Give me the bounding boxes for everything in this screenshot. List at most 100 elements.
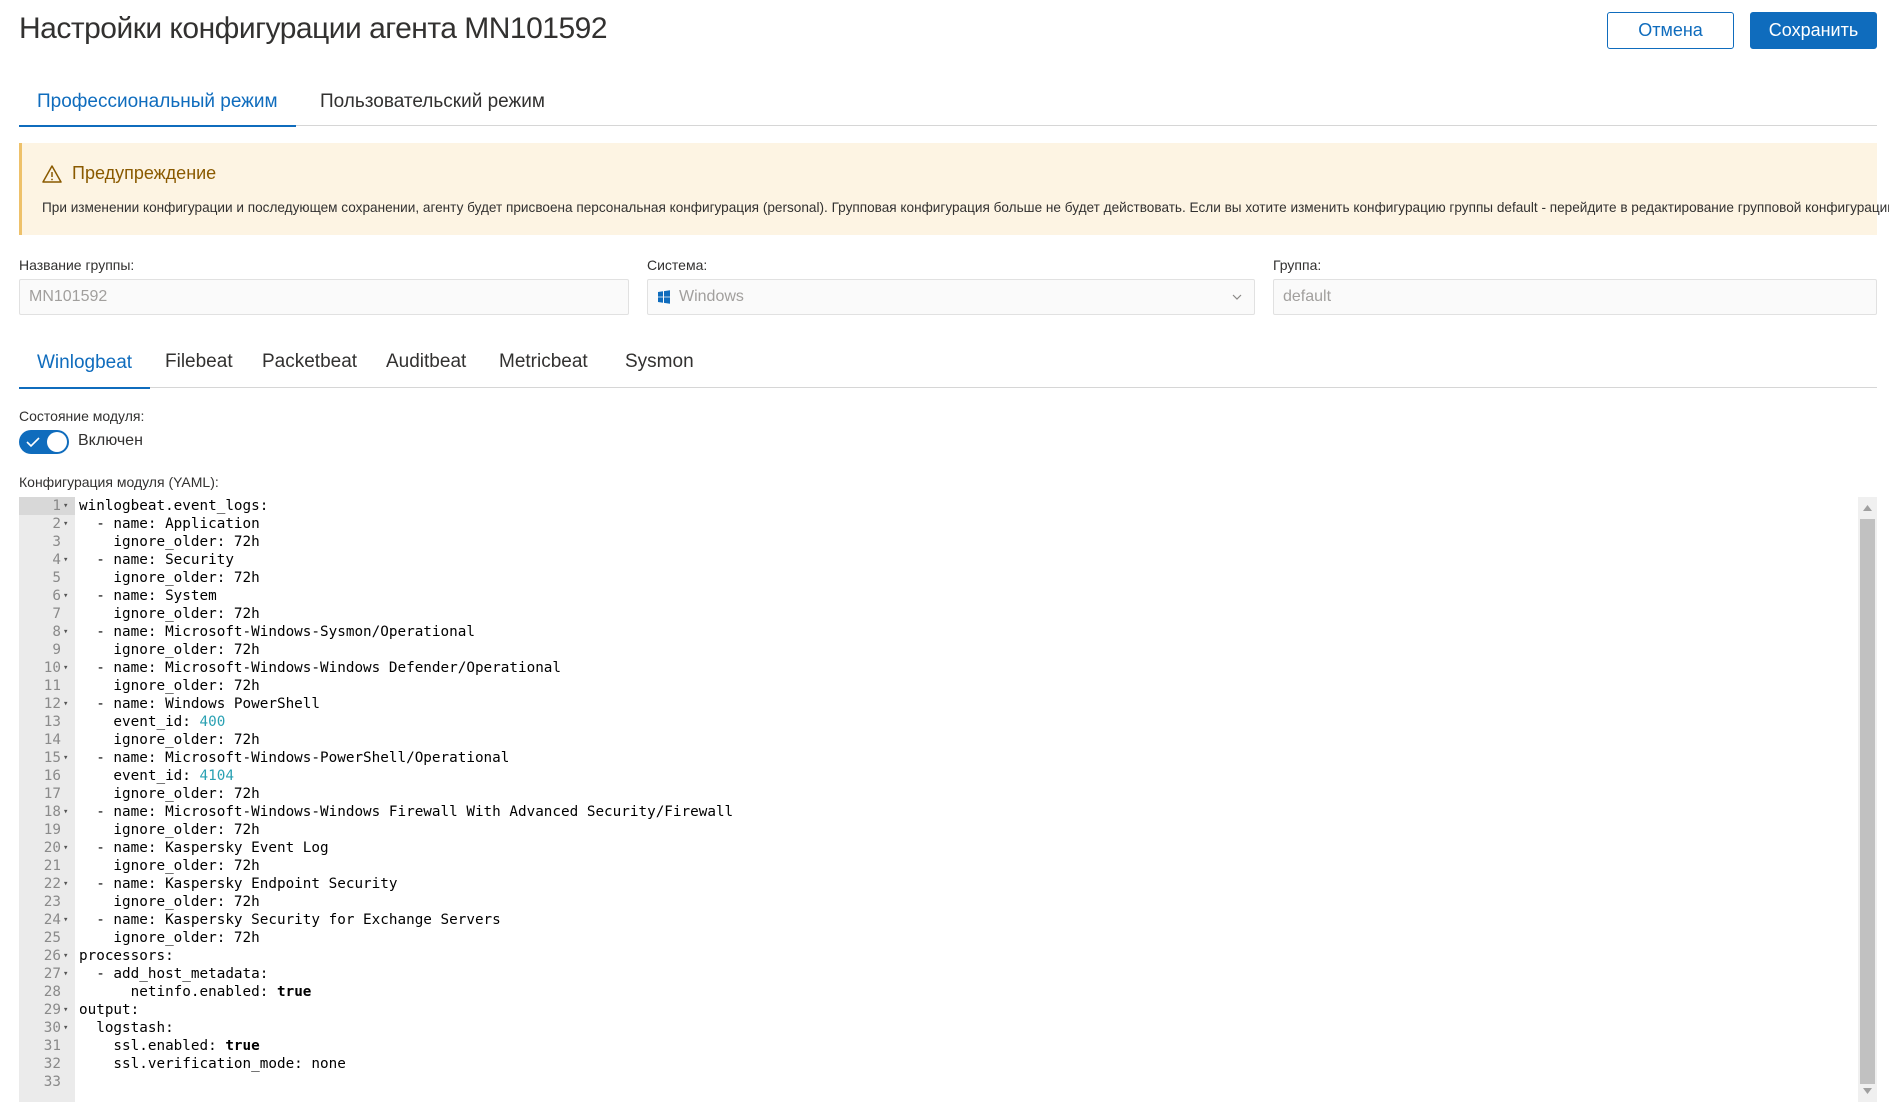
code-line[interactable]: 9 ignore_older: 72h — [19, 641, 1860, 659]
windows-icon — [658, 290, 670, 304]
code-line[interactable]: 15 ▾ - name: Microsoft-Windows-PowerShell… — [19, 749, 1860, 767]
code-content: processors: — [79, 948, 174, 964]
code-line[interactable]: 17 ignore_older: 72h — [19, 785, 1860, 803]
code-keyword: true — [225, 1038, 260, 1054]
code-line[interactable]: 28 netinfo.enabled: true — [19, 983, 1860, 1001]
chevron-down-icon — [1232, 294, 1242, 300]
tab-professional-mode[interactable]: Профессиональный режим — [19, 78, 296, 127]
fold-icon[interactable]: ▾ — [63, 965, 71, 983]
code-line[interactable]: 10 ▾ - name: Microsoft-Windows-Windows De… — [19, 659, 1860, 677]
tab-sysmon[interactable]: Sysmon — [607, 338, 712, 386]
cancel-button[interactable]: Отмена — [1607, 12, 1734, 49]
code-line[interactable]: 11 ignore_older: 72h — [19, 677, 1860, 695]
code-text: event_id: 400 — [79, 713, 225, 731]
code-line[interactable]: 26 ▾ processors: — [19, 947, 1860, 965]
line-number: 17 — [43, 786, 61, 802]
fold-icon[interactable]: ▾ — [63, 803, 71, 821]
code-line[interactable]: 22 ▾ - name: Kaspersky Endpoint Security — [19, 875, 1860, 893]
code-text: - name: Microsoft-Windows-PowerShell/Ope… — [79, 749, 509, 767]
code-line[interactable]: 3 ignore_older: 72h — [19, 533, 1860, 551]
fold-icon[interactable]: ▾ — [63, 749, 71, 767]
code-line[interactable]: 8 ▾ - name: Microsoft-Windows-Sysmon/Oper… — [19, 623, 1860, 641]
fold-icon[interactable]: ▾ — [63, 911, 71, 929]
fold-icon[interactable]: ▾ — [63, 875, 71, 893]
code-text: ignore_older: 72h — [79, 677, 259, 695]
code-text: - name: Security — [79, 551, 234, 569]
line-number: 25 — [43, 930, 61, 946]
scrollbar-thumb[interactable] — [1860, 519, 1875, 1084]
tab-packetbeat[interactable]: Packetbeat — [244, 338, 375, 386]
line-number: 26 — [43, 948, 61, 964]
module-tabs: Winlogbeat Filebeat Packetbeat Auditbeat… — [19, 338, 1877, 389]
code-text: - name: Windows PowerShell — [79, 695, 320, 713]
fold-icon[interactable]: ▾ — [63, 515, 71, 533]
tab-user-mode[interactable]: Пользовательский режим — [302, 78, 563, 126]
yaml-editor[interactable]: 1 ▾ winlogbeat.event_logs: 2 ▾ - name: Appli… — [19, 497, 1877, 1102]
code-line[interactable]: 2 ▾ - name: Application — [19, 515, 1860, 533]
fold-icon[interactable]: ▾ — [63, 623, 71, 641]
line-number: 16 — [43, 768, 61, 784]
editor-scrollbar[interactable] — [1858, 497, 1877, 1102]
code-text: ignore_older: 72h — [79, 641, 260, 659]
code-line[interactable]: 1 ▾ winlogbeat.event_logs: — [19, 497, 1860, 515]
tab-auditbeat[interactable]: Auditbeat — [368, 338, 484, 386]
code-line[interactable]: 6 ▾ - name: System — [19, 587, 1860, 605]
code-line[interactable]: 33 — [19, 1073, 1860, 1091]
group-field[interactable]: default — [1273, 279, 1877, 315]
code-number: 400 — [199, 714, 226, 730]
code-text: ignore_older: 72h — [79, 929, 259, 947]
code-line[interactable]: 7 ignore_older: 72h — [19, 605, 1860, 623]
line-number: 9 — [52, 642, 61, 658]
code-line[interactable]: 21 ignore_older: 72h — [19, 857, 1860, 875]
line-number: 21 — [43, 858, 61, 874]
tab-filebeat[interactable]: Filebeat — [147, 338, 251, 386]
fold-icon[interactable]: ▾ — [63, 1019, 71, 1037]
code-text: ignore_older: 72h — [79, 605, 259, 623]
code-line[interactable]: 32 ssl.verification_mode: none — [19, 1055, 1860, 1073]
code-line[interactable]: 16 event_id: 4104 — [19, 767, 1860, 785]
code-line[interactable]: 29 ▾ output: — [19, 1001, 1860, 1019]
code-line[interactable]: 23 ignore_older: 72h — [19, 893, 1860, 911]
group-name-field[interactable]: MN101592 — [19, 279, 629, 315]
system-select[interactable]: Windows — [647, 279, 1255, 315]
code-text: output: — [79, 1001, 139, 1019]
fold-icon[interactable]: ▾ — [63, 659, 71, 677]
code-line[interactable]: 19 ignore_older: 72h — [19, 821, 1860, 839]
code-line[interactable]: 27 ▾ - add_host_metadata: — [19, 965, 1860, 983]
module-toggle[interactable] — [19, 430, 69, 454]
scroll-down-icon[interactable] — [1862, 1087, 1873, 1095]
code-text: netinfo.enabled: true — [79, 983, 312, 1001]
code-line[interactable]: 13 event_id: 400 — [19, 713, 1860, 731]
code-line[interactable]: 20 ▾ - name: Kaspersky Event Log — [19, 839, 1860, 857]
warning-icon — [42, 164, 62, 183]
code-content: - name: Microsoft-Windows-Sysmon/Operati… — [79, 624, 475, 640]
line-number: 30 — [43, 1020, 61, 1036]
code-content: ignore_older: 72h — [79, 642, 260, 658]
code-content: event_id: — [79, 714, 200, 730]
code-line[interactable]: 25 ignore_older: 72h — [19, 929, 1860, 947]
scroll-up-icon[interactable] — [1862, 504, 1873, 512]
group-label: Группа: — [1273, 257, 1322, 273]
tab-metricbeat[interactable]: Metricbeat — [481, 338, 606, 386]
code-line[interactable]: 4 ▾ - name: Security — [19, 551, 1860, 569]
code-line[interactable]: 30 ▾ logstash: — [19, 1019, 1860, 1037]
code-line[interactable]: 24 ▾ - name: Kaspersky Security for Excha… — [19, 911, 1860, 929]
code-line[interactable]: 18 ▾ - name: Microsoft-Windows-Windows Fi… — [19, 803, 1860, 821]
save-button[interactable]: Сохранить — [1750, 12, 1877, 49]
code-content: ignore_older: 72h — [79, 534, 260, 550]
line-number: 7 — [52, 606, 61, 622]
code-line[interactable]: 14 ignore_older: 72h — [19, 731, 1860, 749]
fold-icon[interactable]: ▾ — [63, 551, 71, 569]
code-line[interactable]: 31 ssl.enabled: true — [19, 1037, 1860, 1055]
fold-icon[interactable]: ▾ — [63, 695, 71, 713]
fold-icon[interactable]: ▾ — [63, 587, 71, 605]
fold-icon[interactable]: ▾ — [63, 497, 71, 515]
line-number: 32 — [43, 1056, 61, 1072]
fold-icon[interactable]: ▾ — [63, 839, 71, 857]
fold-icon[interactable]: ▾ — [63, 947, 71, 965]
code-line[interactable]: 12 ▾ - name: Windows PowerShell — [19, 695, 1860, 713]
code-line[interactable]: 5 ignore_older: 72h — [19, 569, 1860, 587]
fold-icon[interactable]: ▾ — [63, 1001, 71, 1019]
line-number: 22 — [43, 876, 61, 892]
tab-winlogbeat[interactable]: Winlogbeat — [19, 338, 151, 389]
